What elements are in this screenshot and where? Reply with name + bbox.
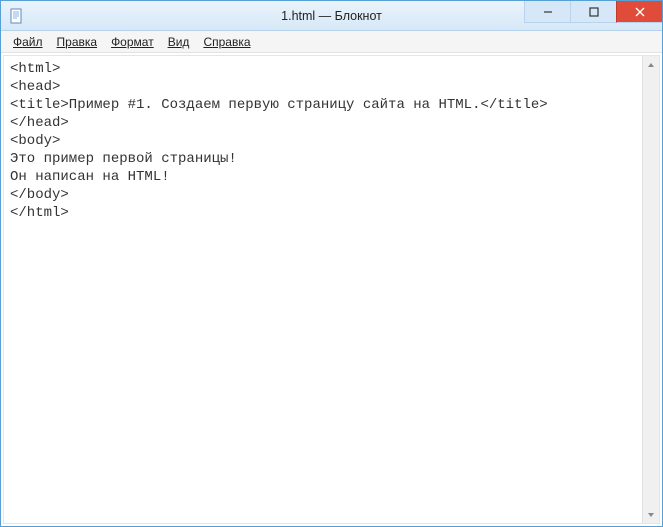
menu-file-label: Файл [13, 35, 43, 49]
menu-edit-label: Правка [57, 35, 98, 49]
menu-file[interactable]: Файл [7, 33, 49, 51]
menu-format[interactable]: Формат [105, 33, 160, 51]
menubar: Файл Правка Формат Вид Справка [1, 31, 662, 53]
text-editor[interactable]: <html> <head> <title>Пример #1. Создаем … [4, 56, 642, 523]
maximize-button[interactable] [570, 1, 616, 23]
notepad-window: 1.html — Блокнот Файл Правка Формат Вид … [0, 0, 663, 527]
titlebar[interactable]: 1.html — Блокнот [1, 1, 662, 31]
menu-view-label: Вид [168, 35, 190, 49]
vertical-scrollbar[interactable] [642, 56, 659, 523]
menu-edit[interactable]: Правка [51, 33, 104, 51]
menu-help-label: Справка [203, 35, 250, 49]
close-button[interactable] [616, 1, 662, 23]
app-icon [9, 8, 25, 24]
scroll-down-icon[interactable] [643, 506, 659, 523]
menu-format-label: Формат [111, 35, 154, 49]
editor-container: <html> <head> <title>Пример #1. Создаем … [3, 55, 660, 524]
minimize-button[interactable] [524, 1, 570, 23]
menu-view[interactable]: Вид [162, 33, 196, 51]
scroll-up-icon[interactable] [643, 56, 659, 73]
window-controls [524, 1, 662, 23]
menu-help[interactable]: Справка [197, 33, 256, 51]
